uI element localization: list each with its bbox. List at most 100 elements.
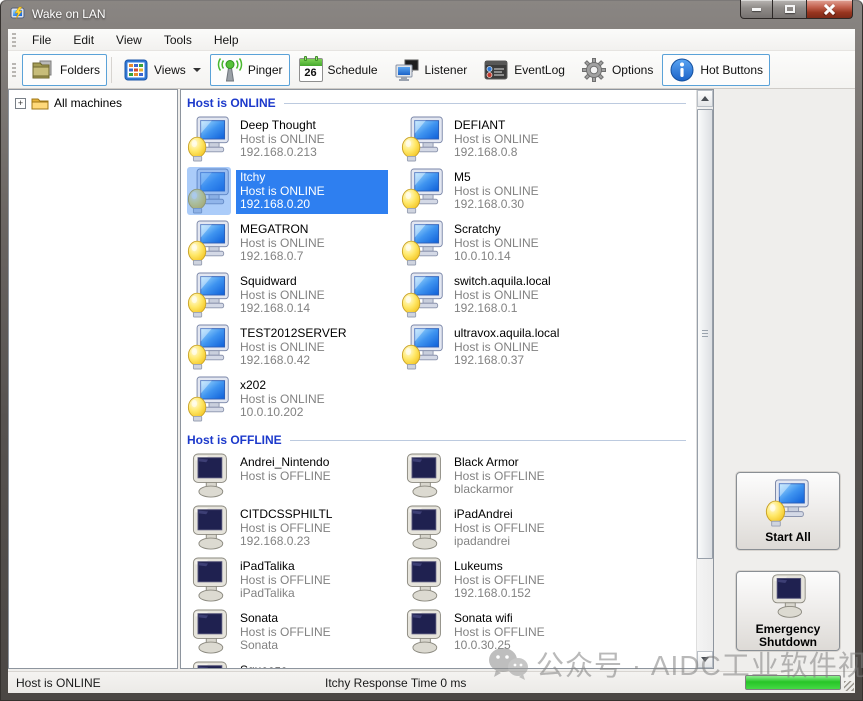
- host-item[interactable]: x202Host is ONLINE10.0.10.202: [187, 373, 401, 425]
- host-item[interactable]: LukeumsHost is OFFLINE192.168.0.152: [401, 554, 696, 606]
- menu-item-file[interactable]: File: [21, 30, 62, 50]
- host-item[interactable]: iPadTalikaHost is OFFLINEiPadTalika: [187, 554, 401, 606]
- tree-item-all-machines[interactable]: + All machines: [9, 90, 177, 112]
- host-offline-icon: [187, 608, 231, 656]
- title-bar: Wake on LAN: [0, 0, 863, 29]
- start-all-icon: [764, 478, 812, 528]
- host-status: Host is ONLINE: [454, 185, 539, 199]
- host-status: Host is OFFLINE: [240, 470, 331, 484]
- expand-icon[interactable]: +: [15, 98, 26, 109]
- host-item[interactable]: MEGATRONHost is ONLINE192.168.0.7: [187, 217, 401, 269]
- toolbar-button-label: Options: [612, 63, 653, 77]
- menu-item-help[interactable]: Help: [203, 30, 250, 50]
- hot-buttons-icon: [669, 57, 695, 83]
- host-name: iPadTalika: [240, 560, 331, 574]
- host-text: CITDCSSPHILTLHost is OFFLINE192.168.0.23: [236, 507, 336, 551]
- host-address: 192.168.0.7: [240, 250, 325, 264]
- host-offline-icon: [187, 504, 231, 552]
- host-item[interactable]: Deep ThoughtHost is ONLINE192.168.0.213: [187, 113, 401, 165]
- host-address: 192.168.0.42: [240, 354, 347, 368]
- toolbar-button-folders[interactable]: Folders: [22, 54, 107, 86]
- toolbar-button-schedule[interactable]: 26Schedule: [292, 54, 385, 86]
- host-name: DEFIANT: [454, 119, 539, 133]
- host-address: ipadandrei: [454, 535, 545, 549]
- host-text: Black ArmorHost is OFFLINEblackarmor: [450, 455, 549, 499]
- scrollbar-grip-icon: [702, 330, 708, 337]
- scroll-up-button[interactable]: [697, 90, 713, 107]
- menu-item-edit[interactable]: Edit: [62, 30, 105, 50]
- scrollbar-thumb[interactable]: [697, 109, 713, 559]
- host-online-icon: [187, 271, 231, 319]
- host-item[interactable]: M5Host is ONLINE192.168.0.30: [401, 165, 696, 217]
- host-item[interactable]: SqueezeHost is OFFLINE: [187, 658, 401, 668]
- host-name: Sonata wifi: [454, 612, 545, 626]
- host-name: Sonata: [240, 612, 331, 626]
- host-text: M5Host is ONLINE192.168.0.30: [450, 170, 543, 214]
- host-item[interactable]: CITDCSSPHILTLHost is OFFLINE192.168.0.23: [187, 502, 401, 554]
- status-text-left: Host is ONLINE: [16, 676, 101, 690]
- host-item[interactable]: DEFIANTHost is ONLINE192.168.0.8: [401, 113, 696, 165]
- toolbar-button-eventlog[interactable]: EventLog: [476, 54, 572, 86]
- host-name: switch.aquila.local: [454, 275, 551, 289]
- host-item[interactable]: ScratchyHost is ONLINE10.0.10.14: [401, 217, 696, 269]
- host-item[interactable]: ItchyHost is ONLINE192.168.0.20: [187, 165, 401, 217]
- host-item[interactable]: Black ArmorHost is OFFLINEblackarmor: [401, 450, 696, 502]
- host-item[interactable]: ultravox.aquila.localHost is ONLINE192.1…: [401, 321, 696, 373]
- maximize-button[interactable]: [773, 0, 807, 19]
- host-item[interactable]: Sonata wifiHost is OFFLINE10.0.30.25: [401, 606, 696, 658]
- host-name: Squidward: [240, 275, 325, 289]
- host-address: 192.168.0.30: [454, 198, 539, 212]
- host-text: ScratchyHost is ONLINE10.0.10.14: [450, 222, 543, 266]
- start-all-button[interactable]: Start All: [736, 472, 840, 550]
- menu-item-view[interactable]: View: [105, 30, 153, 50]
- host-address: 192.168.0.37: [454, 354, 559, 368]
- resize-grip[interactable]: [844, 681, 854, 691]
- host-text: SqueezeHost is OFFLINE: [236, 663, 335, 668]
- host-name: CITDCSSPHILTL: [240, 508, 332, 522]
- listener-icon: [394, 57, 420, 83]
- host-item[interactable]: SquidwardHost is ONLINE192.168.0.14: [187, 269, 401, 321]
- toolbar-button-label: EventLog: [514, 63, 565, 77]
- host-item[interactable]: iPadAndreiHost is OFFLINEipadandrei: [401, 502, 696, 554]
- host-address: 192.168.0.23: [240, 535, 332, 549]
- toolbar-button-pinger[interactable]: Pinger: [210, 54, 290, 86]
- toolbar-button-hot-buttons[interactable]: Hot Buttons: [662, 54, 770, 86]
- host-online-icon: [187, 323, 231, 371]
- host-item[interactable]: Andrei_NintendoHost is OFFLINE: [187, 450, 401, 502]
- toolbar-button-options[interactable]: Options: [574, 54, 660, 86]
- toolbar-button-listener[interactable]: Listener: [387, 54, 475, 86]
- scroll-down-button[interactable]: [697, 651, 713, 668]
- menu-item-tools[interactable]: Tools: [153, 30, 203, 50]
- toolbar-button-views[interactable]: Views: [116, 54, 208, 86]
- close-icon: [824, 4, 835, 15]
- vertical-scrollbar[interactable]: [696, 90, 713, 668]
- toolbar-button-label: Folders: [60, 63, 100, 77]
- minimize-icon: [752, 8, 761, 11]
- host-item[interactable]: SonataHost is OFFLINESonata: [187, 606, 401, 658]
- host-online-icon: [187, 271, 231, 319]
- schedule-icon-band: [300, 59, 322, 66]
- host-item[interactable]: switch.aquila.localHost is ONLINE192.168…: [401, 269, 696, 321]
- toolbar-button-label: Hot Buttons: [700, 63, 763, 77]
- menubar-grip[interactable]: [12, 33, 16, 47]
- host-online-icon: [401, 219, 445, 267]
- emergency-shutdown-button[interactable]: Emergency Shutdown: [736, 571, 840, 651]
- minimize-button[interactable]: [740, 0, 773, 19]
- folder-icon: [31, 96, 49, 110]
- host-text: ultravox.aquila.localHost is ONLINE192.1…: [450, 326, 563, 370]
- host-text: Sonata wifiHost is OFFLINE10.0.30.25: [450, 611, 549, 655]
- host-name: ultravox.aquila.local: [454, 327, 559, 341]
- host-offline-icon: [401, 452, 445, 500]
- host-address: 192.168.0.14: [240, 302, 325, 316]
- toolbar-grip[interactable]: [12, 63, 16, 77]
- action-panel: Start All Emergency Shutdown: [716, 89, 855, 671]
- start-all-label: Start All: [765, 531, 811, 544]
- toolbar-separator: [111, 57, 112, 83]
- host-text: SquidwardHost is ONLINE192.168.0.14: [236, 274, 329, 318]
- host-item[interactable]: TEST2012SERVERHost is ONLINE192.168.0.42: [187, 321, 401, 373]
- host-status: Host is OFFLINE: [454, 626, 545, 640]
- host-name: x202: [240, 379, 325, 393]
- schedule-icon-ring: [315, 56, 318, 61]
- close-button[interactable]: [807, 0, 853, 19]
- host-name: TEST2012SERVER: [240, 327, 347, 341]
